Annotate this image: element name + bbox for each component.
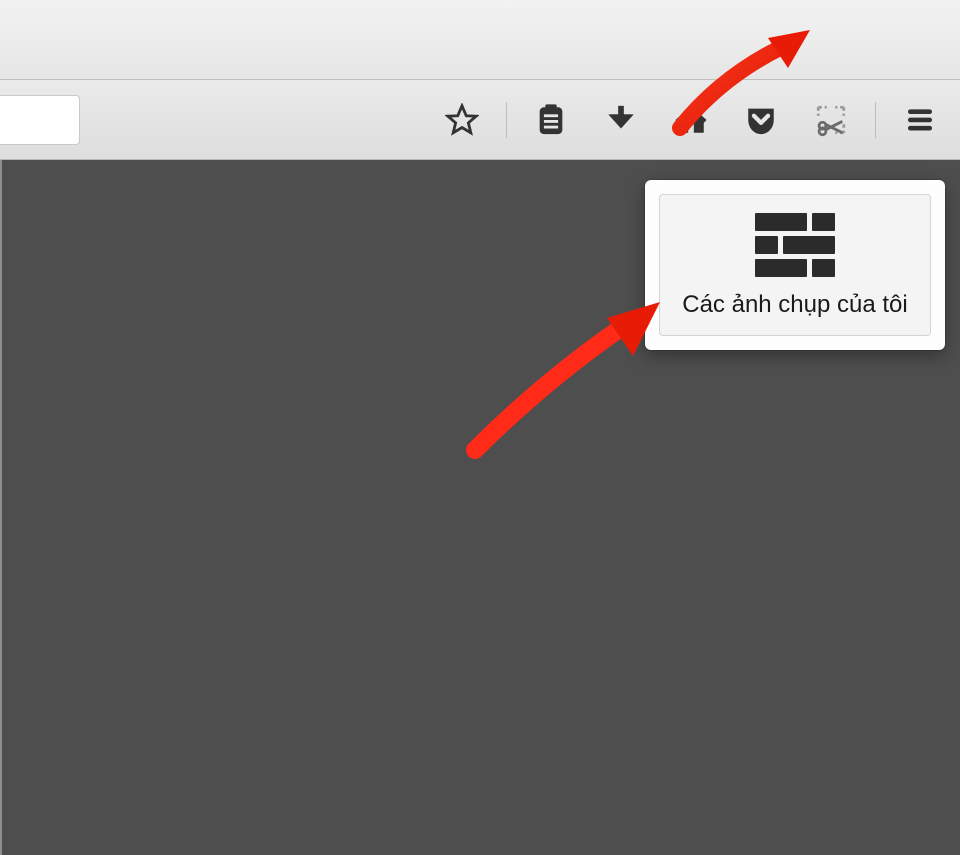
window-titlebar [0, 0, 960, 80]
reading-list-button[interactable] [527, 96, 575, 144]
my-screenshots-label: Các ảnh chụp của tôi [670, 291, 920, 319]
pocket-icon [744, 103, 778, 137]
menu-button[interactable] [896, 96, 944, 144]
screenshot-button[interactable] [807, 96, 855, 144]
clipboard-icon [534, 103, 568, 137]
grid-icon [755, 213, 835, 277]
toolbar-buttons [438, 96, 950, 144]
hamburger-menu-icon [904, 104, 936, 136]
my-screenshots-button[interactable]: Các ảnh chụp của tôi [659, 194, 931, 336]
download-icon [604, 103, 638, 137]
star-button[interactable] [438, 96, 486, 144]
pocket-button[interactable] [737, 96, 785, 144]
toolbar-separator [506, 102, 507, 138]
browser-toolbar [0, 80, 960, 160]
home-button[interactable] [667, 96, 715, 144]
home-icon [674, 103, 708, 137]
downloads-button[interactable] [597, 96, 645, 144]
screenshot-dropdown: Các ảnh chụp của tôi [645, 180, 945, 350]
screenshot-scissors-icon [814, 103, 848, 137]
star-icon [445, 103, 479, 137]
toolbar-separator [875, 102, 876, 138]
search-input[interactable] [0, 95, 80, 145]
